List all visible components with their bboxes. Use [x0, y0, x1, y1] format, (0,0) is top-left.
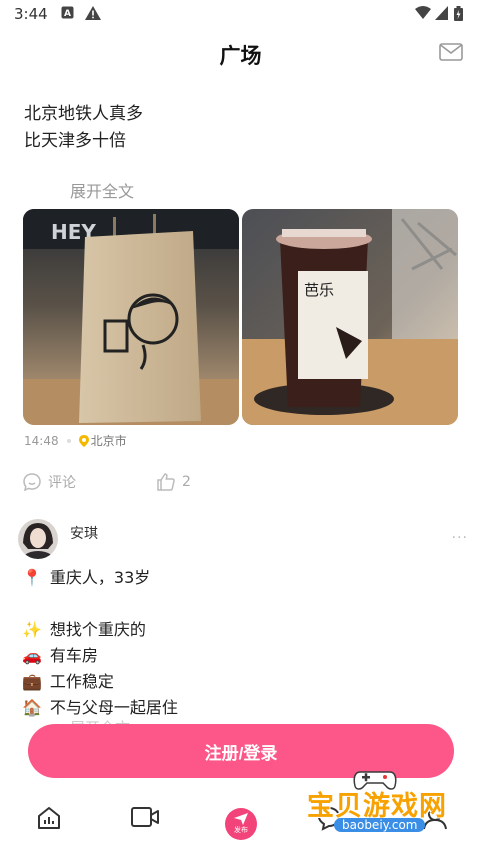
- status-time: 3:44: [14, 5, 48, 23]
- profile-line-text: 有车房: [49, 646, 98, 665]
- watermark-logo: 宝贝游戏网 baobeiy.com: [304, 766, 454, 838]
- comment-icon: [23, 473, 41, 492]
- post-time: 14:48: [24, 433, 59, 448]
- sparkles-emoji-icon: ✨: [22, 620, 42, 639]
- expand-full-text-link[interactable]: 展开全文: [70, 178, 134, 202]
- post-location[interactable]: 北京市: [78, 432, 127, 449]
- like-count: 2: [182, 474, 191, 490]
- more-options-icon[interactable]: ···: [452, 530, 468, 546]
- avatar[interactable]: [18, 519, 58, 559]
- home-tab-icon[interactable]: [36, 805, 62, 831]
- page-title: 广场: [219, 44, 262, 68]
- location-pin-icon: [78, 434, 89, 447]
- signal-icon: [435, 6, 448, 20]
- status-bar: 3:44 A: [0, 0, 481, 28]
- notification-a-icon: A: [61, 6, 74, 19]
- meta-divider: [66, 438, 71, 443]
- post-text: 北京地铁人真多 比天津多十倍: [24, 101, 143, 155]
- post-photo-2[interactable]: 芭乐: [242, 209, 458, 425]
- profile-line-blank: [22, 591, 178, 617]
- profile-line-text: 重庆人，33岁: [49, 568, 151, 587]
- thumbs-up-icon: [157, 473, 175, 491]
- post-meta: 14:48 北京市: [24, 432, 127, 449]
- send-icon: [234, 813, 248, 825]
- publish-tab-button[interactable]: 发布: [225, 808, 257, 840]
- post-actions: 评论 2: [22, 472, 191, 492]
- user-profile: 📍 重庆人，33岁 ✨ 想找个重庆的 🚗 有车房 💼 工作稳定 🏠 不与父母一起…: [22, 565, 178, 721]
- house-emoji-icon: 🏠: [22, 698, 42, 717]
- profile-line: 📍 重庆人，33岁: [22, 565, 178, 591]
- svg-text:A: A: [64, 9, 71, 19]
- profile-line: 💼 工作稳定: [22, 669, 178, 695]
- cup-label-text: 芭乐: [304, 281, 334, 299]
- wifi-icon: [415, 6, 431, 19]
- post-photo-1[interactable]: HEY: [23, 209, 239, 425]
- comment-label: 评论: [48, 475, 76, 491]
- top-header: 广场: [0, 28, 481, 80]
- post-location-text: 北京市: [90, 434, 127, 448]
- battery-icon: [454, 6, 463, 21]
- pin-emoji-icon: 📍: [22, 568, 42, 587]
- profile-line-text: 想找个重庆的: [49, 620, 146, 639]
- profile-line-text: 工作稳定: [49, 672, 114, 691]
- profile-line: ✨ 想找个重庆的: [22, 617, 178, 643]
- warning-icon: [85, 6, 101, 20]
- publish-tab-label: 发布: [234, 826, 248, 834]
- like-button[interactable]: 2: [156, 472, 191, 492]
- car-emoji-icon: 🚗: [22, 646, 42, 665]
- briefcase-emoji-icon: 💼: [22, 672, 42, 691]
- watermark-url: baobeiy.com: [334, 818, 426, 832]
- user-name[interactable]: 安琪: [70, 523, 98, 543]
- profile-line: 🚗 有车房: [22, 643, 178, 669]
- post-text-line: 比天津多十倍: [24, 131, 126, 151]
- video-tab-icon[interactable]: [131, 805, 159, 829]
- mail-icon[interactable]: [439, 43, 463, 61]
- comment-button[interactable]: 评论: [22, 472, 76, 492]
- post-text-line: 北京地铁人真多: [24, 104, 143, 124]
